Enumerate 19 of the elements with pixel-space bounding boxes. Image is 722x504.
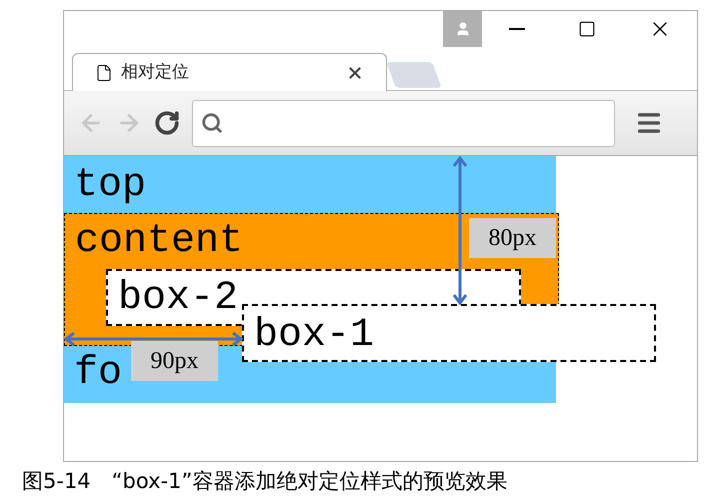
box-2-label: box-2	[118, 276, 238, 321]
footer-label: fo	[74, 351, 122, 396]
search-icon	[201, 112, 223, 134]
document-icon	[95, 64, 113, 82]
maximize-icon	[578, 20, 596, 38]
content-label: content	[75, 219, 244, 264]
address-bar[interactable]	[192, 100, 615, 146]
top-label: top	[74, 163, 146, 208]
reload-icon[interactable]	[154, 110, 180, 136]
user-icon	[454, 21, 470, 37]
dimension-label: 90px	[131, 341, 218, 381]
minimize-icon	[509, 28, 525, 30]
browser-tab[interactable]: 相对定位	[72, 53, 387, 91]
profile-button[interactable]	[443, 11, 482, 47]
box-1-label: box-1	[254, 313, 374, 358]
new-tab-button[interactable]	[386, 62, 442, 88]
figure-caption: 图5-14 “box-1”容器添加绝对定位样式的预览效果	[22, 468, 508, 494]
tab-title: 相对定位	[121, 60, 190, 84]
dimension-label: 80px	[469, 218, 556, 258]
